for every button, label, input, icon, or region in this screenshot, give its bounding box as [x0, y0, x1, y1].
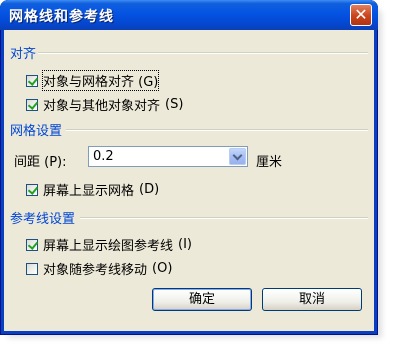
spacing-combobox[interactable]: 0.2 — [88, 146, 248, 167]
checkbox-snap-to-guides-label: 对象随参考线移动 — [43, 263, 148, 278]
checkbox-snap-to-grid-text: 对象与网格对齐 (G) — [41, 70, 160, 91]
checkbox-show-drawing-guides-label: 屏幕上显示绘图参考线 — [43, 239, 174, 254]
checkbox-snap-to-guides[interactable]: 对象随参考线移动 (O) — [26, 259, 172, 278]
checkbox-snap-to-objects-mnemonic: (S) — [165, 97, 184, 112]
grid-guides-dialog: 网格线和参考线 ✕ 对齐 对象与网格对齐 (G) 对象与其他对象对齐 (S) 网… — [0, 0, 378, 335]
spacing-label-mnemonic: (P) — [44, 155, 63, 170]
section-divider-grid — [66, 129, 368, 131]
chevron-down-icon[interactable] — [229, 148, 246, 165]
spacing-value[interactable]: 0.2 — [93, 149, 114, 164]
checkbox-snap-to-objects-box[interactable] — [26, 98, 38, 111]
spacing-unit: 厘米 — [256, 155, 283, 170]
section-divider-align — [38, 52, 368, 54]
dialog-body: 对齐 对象与网格对齐 (G) 对象与其他对象对齐 (S) 网格设置 间距 (P)… — [4, 30, 374, 331]
checkbox-show-drawing-guides-mnemonic: (I) — [178, 237, 192, 252]
checkbox-show-grid-mnemonic: (D) — [139, 182, 160, 197]
checkbox-snap-to-objects-label: 对象与其他对象对齐 — [43, 99, 161, 114]
checkbox-snap-to-guides-mnemonic: (O) — [152, 261, 173, 276]
ok-button[interactable]: 确定 — [152, 288, 252, 311]
checkbox-show-drawing-guides-box[interactable] — [26, 238, 38, 251]
cancel-button[interactable]: 取消 — [262, 288, 362, 311]
title-bar[interactable]: 网格线和参考线 ✕ — [0, 0, 378, 30]
section-divider-guides — [80, 217, 368, 219]
checkbox-snap-to-grid-box[interactable] — [26, 74, 38, 87]
checkbox-show-drawing-guides[interactable]: 屏幕上显示绘图参考线 (I) — [26, 235, 192, 254]
checkbox-snap-to-grid-mnemonic: (G) — [138, 75, 159, 90]
spacing-label-text: 间距 — [14, 155, 45, 170]
checkbox-snap-to-guides-box[interactable] — [26, 262, 38, 275]
close-icon: ✕ — [354, 5, 368, 24]
section-heading-align: 对齐 — [10, 47, 37, 62]
spacing-label: 间距 (P): — [14, 151, 67, 170]
checkbox-snap-to-grid[interactable]: 对象与网格对齐 (G) — [26, 70, 160, 91]
checkbox-snap-to-objects[interactable]: 对象与其他对象对齐 (S) — [26, 95, 183, 114]
close-button[interactable]: ✕ — [350, 4, 372, 26]
checkbox-snap-to-grid-label: 对象与网格对齐 — [43, 75, 139, 90]
checkbox-show-grid-box[interactable] — [26, 183, 38, 196]
spacing-label-colon: : — [62, 155, 67, 170]
checkbox-show-grid[interactable]: 屏幕上显示网格 (D) — [26, 180, 159, 199]
dialog-title: 网格线和参考线 — [9, 9, 114, 25]
section-heading-guides: 参考线设置 — [10, 212, 76, 227]
checkbox-show-grid-label: 屏幕上显示网格 — [43, 184, 135, 199]
section-heading-grid: 网格设置 — [10, 124, 63, 139]
